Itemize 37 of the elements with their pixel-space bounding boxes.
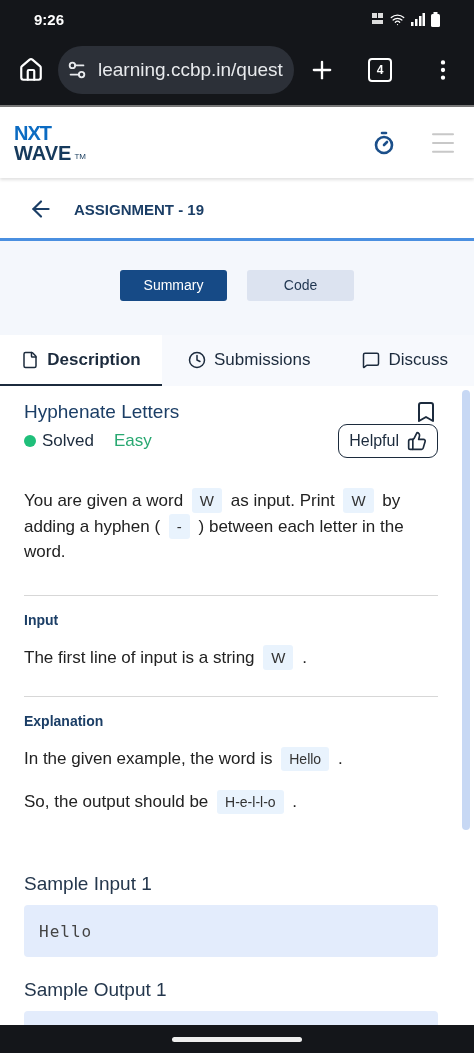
difficulty-label: Easy (114, 431, 152, 451)
sample-title: Sample Output 1 (24, 979, 168, 1001)
logo-text: NXT (14, 122, 53, 143)
assignment-title: ASSIGNMENT - 19 (74, 200, 205, 218)
trademark-text: TM (74, 152, 86, 163)
battery-icon (431, 11, 440, 27)
tab[interactable]: Discuss (336, 335, 474, 386)
scrollbar[interactable] (462, 390, 470, 830)
tab-switcher-button[interactable]: 4 (368, 57, 392, 82)
helpful-button[interactable]: Helpful (338, 424, 438, 458)
stopwatch-icon[interactable] (372, 130, 396, 155)
home-handle[interactable] (172, 1036, 302, 1042)
paragraph: So, the output should be H-e-l-l-o . (24, 788, 438, 831)
wifi-icon (390, 11, 405, 27)
view-toggle-button[interactable]: Code (247, 269, 354, 301)
section-heading: Explanation (24, 713, 105, 729)
paragraph: In the given example, the word is Hello . (24, 746, 438, 789)
section-heading: Input (24, 611, 60, 628)
address-bar[interactable]: learning.ccbp.in/quest (58, 45, 294, 94)
file-icon (21, 350, 40, 369)
tab[interactable]: Submissions (162, 335, 337, 386)
sample-title: Sample Input 1 (24, 873, 153, 895)
view-toggle-button[interactable]: Summary (120, 269, 227, 301)
home-icon[interactable] (18, 56, 44, 83)
paragraph: The first line of input is a string W . (24, 644, 438, 686)
status-label: Solved (42, 431, 94, 451)
code-text: Hello (39, 921, 93, 941)
clock-icon (188, 350, 207, 369)
chat-icon (362, 350, 381, 369)
logo-text: WAVE (14, 142, 72, 163)
status-time: 9:26 (34, 10, 65, 28)
tab[interactable]: Description (0, 335, 162, 386)
volte-icon (372, 13, 384, 25)
signal-icon (411, 12, 425, 26)
problem-title: Hyphenate Letters (24, 401, 180, 423)
thumbs-up-icon (407, 431, 427, 451)
paragraph: You are given a word W as input. Print W by adding a hyphen ( - ) between each letter in the word. (24, 488, 438, 585)
